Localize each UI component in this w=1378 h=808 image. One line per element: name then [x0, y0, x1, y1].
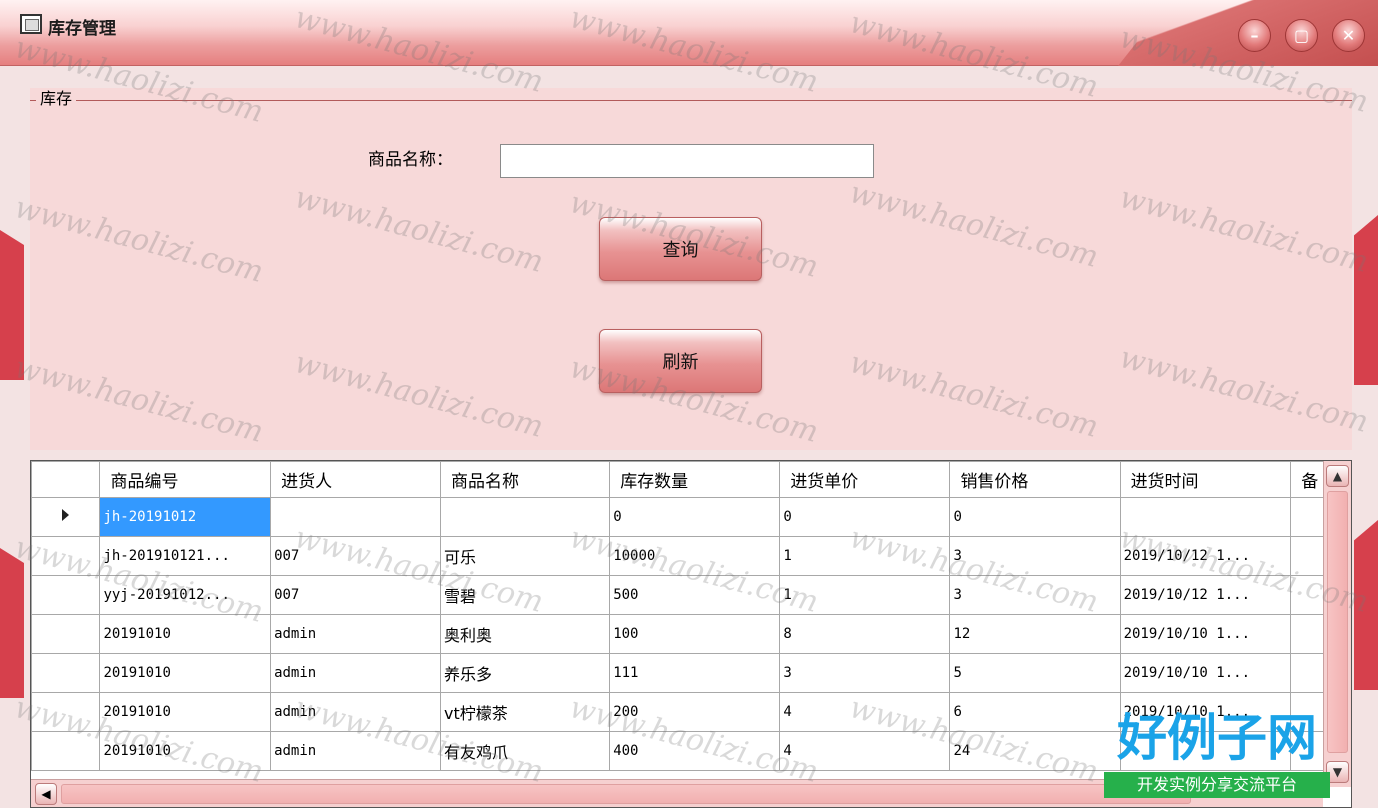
table-cell[interactable]: 10000: [609, 536, 781, 576]
groupbox-border: [30, 100, 1352, 101]
table-row[interactable]: 20191010 admin 奥利奥 100 8 12 2019/10/10 1…: [31, 614, 1351, 654]
chevron-down-icon: ▼: [1332, 765, 1343, 779]
table-row[interactable]: 20191010 admin 养乐多 111 3 5 2019/10/10 1.…: [31, 653, 1351, 693]
product-name-label: 商品名称：: [368, 150, 453, 170]
column-header[interactable]: 进货单价: [779, 461, 951, 498]
horizontal-scroll-thumb[interactable]: [61, 784, 1191, 804]
table-cell[interactable]: 111: [609, 653, 781, 693]
chevron-left-icon: ◀: [41, 787, 51, 801]
scroll-left-button[interactable]: ◀: [35, 783, 57, 805]
current-row-icon: [62, 509, 70, 521]
minimize-icon: –: [1250, 25, 1259, 45]
table-cell[interactable]: 有友鸡爪: [440, 731, 611, 771]
table-row[interactable]: yyj-20191012... 007 雪碧 500 1 3 2019/10/1…: [31, 575, 1351, 615]
column-header[interactable]: 销售价格: [949, 461, 1121, 498]
side-stripe: [0, 230, 24, 380]
column-header[interactable]: 进货人: [270, 461, 442, 498]
maximize-button[interactable]: ▢: [1285, 19, 1318, 52]
close-icon: ✕: [1341, 25, 1356, 45]
row-header[interactable]: [31, 497, 101, 537]
table-cell[interactable]: 养乐多: [440, 653, 611, 693]
table-cell[interactable]: 20191010: [99, 653, 272, 693]
maximize-icon: ▢: [1293, 25, 1310, 45]
table-row[interactable]: jh-201910121... 007 可乐 10000 1 3 2019/10…: [31, 536, 1351, 576]
table-cell[interactable]: admin: [270, 692, 442, 732]
table-row[interactable]: jh-20191012 0 0 0: [31, 497, 1351, 537]
table-cell[interactable]: 1: [779, 536, 951, 576]
table-cell[interactable]: 奥利奥: [440, 614, 611, 654]
close-button[interactable]: ✕: [1332, 19, 1365, 52]
table-cell[interactable]: 2019/10/10 1...: [1119, 614, 1292, 654]
table-cell[interactable]: 3: [779, 653, 951, 693]
table-cell[interactable]: jh-20191012: [99, 497, 272, 537]
table-cell[interactable]: 200: [609, 692, 781, 732]
table-cell[interactable]: 0: [949, 497, 1121, 537]
table-cell[interactable]: admin: [270, 731, 442, 771]
table-cell[interactable]: 0: [609, 497, 781, 537]
table-cell[interactable]: 12: [949, 614, 1121, 654]
table-cell[interactable]: 20191010: [99, 731, 272, 771]
table-cell[interactable]: admin: [270, 653, 442, 693]
table-cell[interactable]: jh-201910121...: [99, 536, 272, 576]
table-cell[interactable]: 0: [779, 497, 951, 537]
table-cell[interactable]: admin: [270, 614, 442, 654]
row-header[interactable]: [31, 614, 101, 654]
column-header[interactable]: 进货时间: [1119, 461, 1292, 498]
product-name-input[interactable]: [500, 144, 874, 178]
side-stripe: [1354, 215, 1378, 385]
table-cell[interactable]: 007: [270, 536, 442, 576]
table-cell[interactable]: vt柠檬茶: [440, 692, 611, 732]
badge-subtitle: 开发实例分享交流平台: [1104, 772, 1330, 798]
table-cell[interactable]: 雪碧: [440, 575, 611, 615]
table-cell[interactable]: [440, 497, 611, 537]
chevron-up-icon: ▲: [1332, 469, 1343, 483]
minimize-button[interactable]: –: [1238, 19, 1271, 52]
table-cell[interactable]: 5: [949, 653, 1121, 693]
row-header-corner: [31, 461, 101, 498]
row-header[interactable]: [31, 692, 101, 732]
table-cell[interactable]: 1: [779, 575, 951, 615]
row-header[interactable]: [31, 575, 101, 615]
table-cell[interactable]: [270, 497, 442, 537]
row-header[interactable]: [31, 536, 101, 576]
table-cell[interactable]: 400: [609, 731, 781, 771]
row-header[interactable]: [31, 731, 101, 771]
table-cell[interactable]: 24: [949, 731, 1121, 771]
table-cell[interactable]: 2019/10/10 1...: [1119, 653, 1292, 693]
table-cell[interactable]: 3: [949, 536, 1121, 576]
query-button[interactable]: 查询: [599, 217, 762, 281]
vertical-scroll-thumb[interactable]: [1327, 491, 1348, 753]
table-header-row: 商品编号 进货人 商品名称 库存数量 进货单价 销售价格 进货时间 备: [31, 461, 1351, 498]
window-title: 库存管理: [48, 19, 116, 39]
scroll-up-button[interactable]: ▲: [1326, 465, 1349, 487]
row-header[interactable]: [31, 653, 101, 693]
table-cell[interactable]: 4: [779, 692, 951, 732]
column-header[interactable]: 商品名称: [440, 461, 611, 498]
table-cell[interactable]: 6: [949, 692, 1121, 732]
groupbox-legend: 库存: [36, 88, 77, 110]
table-cell[interactable]: 500: [609, 575, 781, 615]
badge-title: 好例子网: [1117, 708, 1317, 767]
table-cell[interactable]: 4: [779, 731, 951, 771]
table-cell[interactable]: yyj-20191012...: [99, 575, 272, 615]
table-cell[interactable]: 20191010: [99, 614, 272, 654]
title-bar: 库存管理 – ▢ ✕: [0, 0, 1378, 66]
table-cell[interactable]: 8: [779, 614, 951, 654]
side-stripe: [1354, 520, 1378, 690]
table-cell[interactable]: 2019/10/12 1...: [1119, 575, 1292, 615]
table-cell[interactable]: 20191010: [99, 692, 272, 732]
refresh-button[interactable]: 刷新: [599, 329, 762, 393]
column-header[interactable]: 库存数量: [609, 461, 781, 498]
table-cell[interactable]: 2019/10/12 1...: [1119, 536, 1292, 576]
app-icon: [20, 14, 42, 34]
table-cell[interactable]: 3: [949, 575, 1121, 615]
site-watermark-badge: 好例子网 开发实例分享交流平台: [1104, 708, 1330, 800]
table-cell[interactable]: 可乐: [440, 536, 611, 576]
side-stripe: [0, 548, 24, 698]
table-cell[interactable]: 100: [609, 614, 781, 654]
table-cell[interactable]: 007: [270, 575, 442, 615]
table-cell[interactable]: [1119, 497, 1292, 537]
column-header[interactable]: 商品编号: [99, 461, 272, 498]
